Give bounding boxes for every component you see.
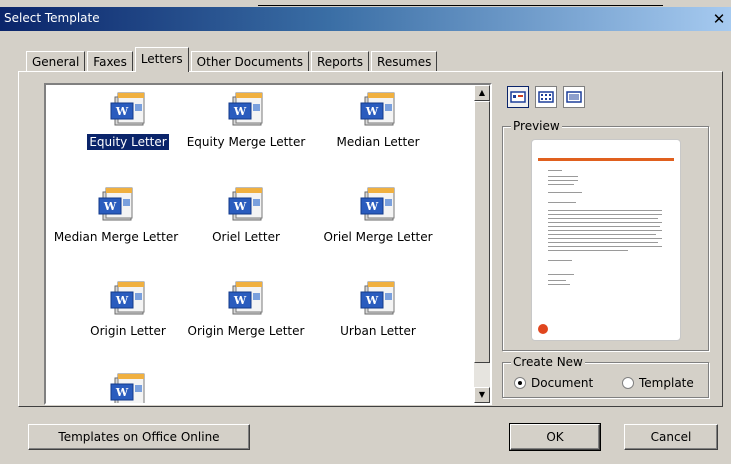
vertical-scrollbar[interactable]: ▲ ▼: [474, 85, 490, 403]
scroll-down-button[interactable]: ▼: [474, 387, 490, 403]
template-label: Median Merge Letter: [53, 230, 179, 244]
template-item[interactable]: W Equity Merge Letter: [176, 91, 316, 150]
tab-letters[interactable]: Letters: [134, 47, 189, 72]
svg-text:W: W: [233, 105, 247, 118]
word-document-icon: W: [228, 187, 263, 221]
template-list[interactable]: W Equity Letter W Equity Merge Letter W …: [44, 83, 492, 405]
select-template-dialog: Select Template ✕ General Faxes Letters …: [0, 0, 731, 464]
word-document-icon: W: [360, 92, 395, 126]
template-label: Urban Letter: [340, 324, 416, 338]
radio-template-button[interactable]: [622, 377, 634, 389]
word-document-icon: W: [228, 281, 263, 315]
svg-text:W: W: [365, 294, 379, 307]
template-preview-image: [531, 139, 681, 341]
tab-other-documents[interactable]: Other Documents: [190, 51, 309, 72]
radio-template-label: Template: [639, 376, 694, 390]
template-item[interactable]: W Origin Merge Letter: [176, 280, 316, 339]
scroll-up-button[interactable]: ▲: [474, 85, 490, 101]
details-view-icon: [566, 91, 582, 103]
svg-text:W: W: [365, 105, 379, 118]
template-item[interactable]: W Median Letter: [308, 91, 448, 150]
template-item[interactable]: W Oriel Letter: [176, 186, 316, 245]
window-title: Select Template: [4, 11, 100, 25]
ok-button[interactable]: OK: [509, 423, 601, 451]
template-label: Oriel Letter: [212, 230, 280, 244]
template-item[interactable]: W Oriel Merge Letter: [308, 186, 448, 245]
radio-document-label: Document: [531, 376, 594, 390]
template-label: Median Letter: [336, 135, 420, 149]
word-document-icon: W: [110, 281, 145, 315]
radio-document[interactable]: Document: [514, 376, 593, 390]
list-view-icon: [538, 91, 554, 103]
template-item[interactable]: W Median Merge Letter: [46, 186, 190, 245]
template-label: Oriel Merge Letter: [323, 230, 433, 244]
scroll-thumb[interactable]: [474, 101, 490, 363]
create-new-legend: Create New: [511, 355, 585, 369]
word-document-icon: W: [98, 187, 133, 221]
svg-text:W: W: [115, 294, 129, 307]
radio-template[interactable]: Template: [622, 376, 694, 390]
cancel-button[interactable]: Cancel: [624, 424, 718, 450]
tab-strip: General Faxes Letters Other Documents Re…: [26, 47, 439, 72]
svg-text:W: W: [233, 200, 247, 213]
svg-text:W: W: [115, 386, 129, 399]
tab-faxes[interactable]: Faxes: [87, 51, 133, 72]
svg-text:W: W: [103, 200, 117, 213]
template-label: Origin Letter: [90, 324, 166, 338]
list-view-button[interactable]: [535, 86, 557, 108]
tab-resumes[interactable]: Resumes: [371, 51, 438, 72]
preview-accent-band: [538, 158, 674, 161]
svg-text:W: W: [365, 200, 379, 213]
word-document-icon: W: [360, 187, 395, 221]
svg-text:W: W: [233, 294, 247, 307]
top-edge-line: [258, 5, 663, 6]
large-icons-view-button[interactable]: [507, 86, 529, 108]
close-icon[interactable]: ✕: [709, 9, 729, 29]
title-bar[interactable]: Select Template ✕: [0, 7, 731, 31]
svg-text:W: W: [115, 105, 129, 118]
templates-online-button[interactable]: Templates on Office Online: [28, 424, 250, 450]
template-label: Equity Letter: [86, 133, 170, 151]
preview-accent-dot: [538, 324, 548, 334]
word-document-icon: W: [360, 281, 395, 315]
template-label: Origin Merge Letter: [187, 324, 305, 338]
word-document-icon: W: [110, 373, 145, 403]
word-document-icon: W: [110, 92, 145, 126]
template-item[interactable]: W: [58, 372, 198, 403]
details-view-button[interactable]: [563, 86, 585, 108]
large-icons-icon: [510, 91, 526, 103]
template-item[interactable]: W Urban Letter: [308, 280, 448, 339]
template-label: Equity Merge Letter: [186, 135, 306, 149]
preview-legend: Preview: [511, 119, 562, 133]
tab-general[interactable]: General: [26, 51, 86, 72]
tab-reports[interactable]: Reports: [310, 51, 370, 72]
radio-document-button[interactable]: [514, 377, 526, 389]
word-document-icon: W: [228, 92, 263, 126]
